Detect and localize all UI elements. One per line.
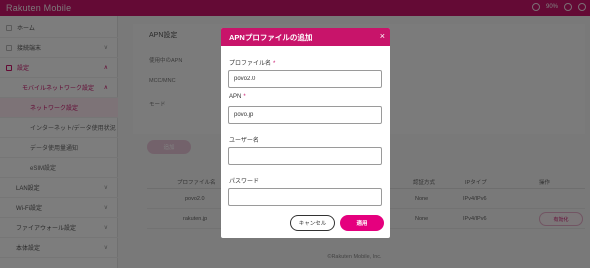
username-input[interactable] xyxy=(228,147,382,165)
profile-name-label: プロファイル名 * xyxy=(229,58,275,67)
close-icon[interactable]: × xyxy=(380,31,385,41)
profile-name-label-text: プロファイル名 xyxy=(229,61,272,67)
password-input[interactable] xyxy=(228,188,382,206)
modal-title: APNプロファイルの追加 xyxy=(229,32,313,42)
modal-header: APNプロファイルの追加 × xyxy=(221,28,390,46)
apn-profile-modal: APNプロファイルの追加 × プロファイル名* APN* ユーザー名 パスワード… xyxy=(221,28,390,238)
cancel-button[interactable]: キャンセル xyxy=(290,215,335,231)
apn-label: APN * xyxy=(229,94,246,100)
password-label: パスワード xyxy=(229,179,260,185)
apn-input[interactable] xyxy=(228,106,382,124)
apply-button[interactable]: 適用 xyxy=(340,215,384,231)
apn-label-text: APN xyxy=(229,94,242,100)
required-mark: * xyxy=(243,94,246,100)
username-label: ユーザー名 xyxy=(229,138,259,144)
required-mark: * xyxy=(273,61,276,67)
profile-name-input[interactable] xyxy=(228,70,382,88)
